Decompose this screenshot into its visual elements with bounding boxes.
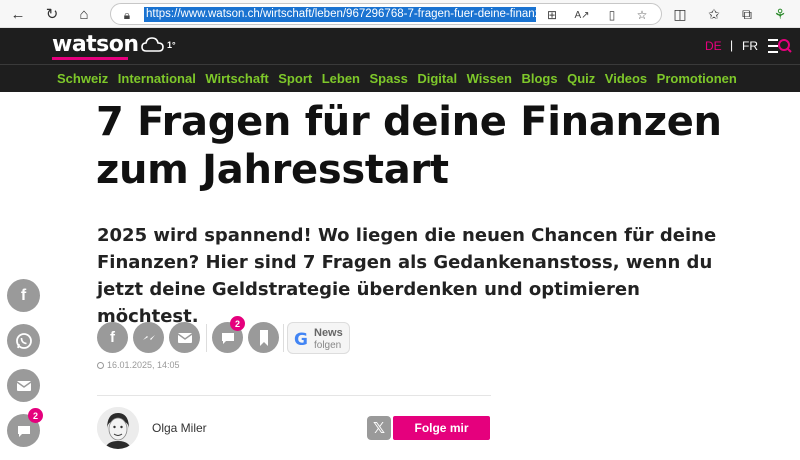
comment-count-badge: 2: [230, 316, 245, 331]
category-nav: Schweiz International Wirtschaft Sport L…: [0, 64, 800, 92]
email-icon: [16, 380, 31, 391]
divider: [283, 324, 284, 352]
messenger-icon: [142, 334, 155, 340]
logo-underline: [52, 57, 128, 60]
floating-comment-count-badge: 2: [28, 408, 43, 423]
language-de[interactable]: DE: [705, 39, 722, 53]
facebook-icon: f: [110, 329, 115, 346]
split-screen-icon[interactable]: ◫: [670, 4, 690, 24]
reader-view-icon[interactable]: ▯: [603, 7, 621, 23]
google-news-label: News: [314, 327, 343, 339]
site-header: watson 1° DE | FR: [0, 28, 800, 64]
language-separator: |: [730, 38, 734, 52]
browser-toolbar: ← ↻ ⌂ 🔒︎ https://www.watson.ch/wirtschaf…: [0, 0, 800, 28]
back-icon[interactable]: ←: [8, 4, 28, 24]
watson-logo[interactable]: watson: [52, 32, 139, 57]
nav-item-sport[interactable]: Sport: [278, 71, 312, 86]
url-text[interactable]: https://www.watson.ch/wirtschaft/leben/9…: [144, 7, 536, 22]
address-bar[interactable]: 🔒︎ https://www.watson.ch/wirtschaft/lebe…: [110, 3, 662, 25]
menu-search-icon[interactable]: [768, 37, 792, 55]
reload-icon[interactable]: ↻: [42, 4, 62, 24]
author-portrait-icon: [97, 407, 139, 449]
nav-item-quiz[interactable]: Quiz: [567, 71, 595, 86]
clock-icon: [97, 362, 104, 369]
comment-icon: [17, 425, 30, 437]
messenger-share-button[interactable]: [133, 322, 164, 353]
floating-facebook-button[interactable]: f: [7, 279, 40, 312]
weather-cloud-icon: [141, 37, 164, 52]
divider: [206, 324, 207, 352]
favorite-star-icon[interactable]: ☆: [633, 7, 651, 23]
nav-item-promotionen[interactable]: Promotionen: [657, 71, 737, 86]
nav-item-blogs[interactable]: Blogs: [521, 71, 557, 86]
collections-icon[interactable]: ⧉: [737, 4, 757, 24]
nav-item-wissen[interactable]: Wissen: [467, 71, 512, 86]
comment-icon: [221, 332, 234, 344]
facebook-icon: f: [20, 286, 27, 304]
apps-icon[interactable]: ⊞: [543, 7, 561, 23]
nav-item-spass[interactable]: Spass: [370, 71, 408, 86]
google-icon: G: [294, 330, 308, 350]
article-headline: 7 Fragen für deine Finanzen zum Jahresst…: [96, 99, 722, 193]
home-icon[interactable]: ⌂: [74, 4, 94, 24]
email-share-button[interactable]: [169, 322, 200, 353]
google-news-sublabel: folgen: [314, 340, 342, 351]
author-avatar[interactable]: [97, 407, 139, 449]
email-icon: [177, 332, 192, 343]
nav-item-leben[interactable]: Leben: [322, 71, 360, 86]
nav-item-digital[interactable]: Digital: [417, 71, 457, 86]
lock-icon[interactable]: 🔒︎: [118, 7, 136, 23]
x-icon: 𝕏: [372, 420, 386, 437]
floating-email-button[interactable]: [7, 369, 40, 402]
follow-author-button[interactable]: Folge mir: [393, 416, 490, 440]
nav-item-wirtschaft[interactable]: Wirtschaft: [205, 71, 268, 86]
read-aloud-icon[interactable]: A↗: [573, 7, 591, 23]
favorites-icon[interactable]: ✩: [704, 4, 724, 24]
whatsapp-icon: [15, 332, 32, 349]
bookmark-icon: [259, 329, 268, 346]
x-follow-button[interactable]: 𝕏: [367, 416, 391, 440]
google-news-follow-button[interactable]: G News folgen: [287, 322, 350, 354]
nav-item-videos[interactable]: Videos: [605, 71, 647, 86]
floating-whatsapp-button[interactable]: [7, 324, 40, 357]
bookmark-button[interactable]: [248, 322, 279, 353]
nav-item-international[interactable]: International: [118, 71, 196, 86]
facebook-share-button[interactable]: f: [97, 322, 128, 353]
nav-item-schweiz[interactable]: Schweiz: [57, 71, 108, 86]
temperature: 1°: [167, 40, 176, 50]
extension-icon[interactable]: ⚘: [770, 4, 790, 24]
divider: [97, 395, 491, 396]
author-name[interactable]: Olga Miler: [152, 421, 207, 435]
publish-date: 16.01.2025, 14:05: [97, 360, 180, 370]
language-fr[interactable]: FR: [742, 39, 758, 53]
article-lead: 2025 wird spannend! Wo liegen die neuen …: [97, 225, 717, 327]
